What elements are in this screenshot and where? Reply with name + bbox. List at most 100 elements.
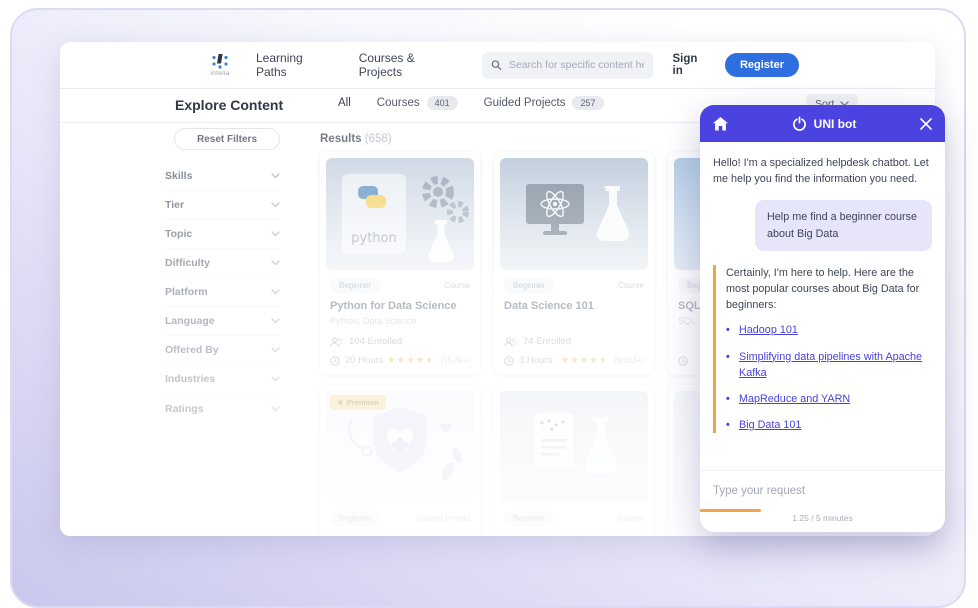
list-item: Hadoop 101 [726,322,932,338]
home-icon [713,117,728,131]
results-label: Results [320,133,362,145]
premium-star-icon: ★ [337,398,344,407]
search-box[interactable] [482,52,652,79]
filter-language[interactable]: Language [165,307,280,336]
tab-courses-count: 401 [427,96,458,110]
document-flask-illustration [500,391,648,503]
card-badge-row: Beginner Course [504,278,644,293]
tab-all[interactable]: All [338,97,351,109]
home-button[interactable] [713,117,728,131]
chatbot-title: UNI bot [814,117,857,131]
chevron-down-icon [271,376,280,382]
level-badge: Beginner [504,278,554,293]
level-badge: Beginner [330,278,380,293]
duration: 3 Hours [504,355,552,366]
chatbot-footer: 1.25 / 5 minutes [700,470,945,532]
chevron-down-icon [271,202,280,208]
level-badge: Beginner [330,511,380,526]
tab-courses-label: Courses [377,97,420,109]
tab-guided-projects-count: 257 [572,96,603,110]
course-card-healthcare[interactable]: ★ Premium [320,385,480,536]
tab-guided-projects[interactable]: Guided Projects 257 [484,96,604,110]
duration [678,356,693,366]
rating-count: (9,063+) [614,356,644,365]
brand-logo[interactable]: intelia [210,54,230,77]
enrolled-count: 74 Enrolled [523,336,571,347]
filter-difficulty[interactable]: Difficulty [165,249,280,278]
course-subtitle: Python, Data Science [330,316,417,326]
tab-courses[interactable]: Courses 401 [377,96,458,110]
star-icons: ★★★★ [561,355,599,366]
reset-filters-button[interactable]: Reset Filters [174,128,280,150]
chevron-down-icon [271,231,280,237]
list-item: Big Data 101 [726,417,932,433]
chevron-down-icon [271,260,280,266]
filter-skills[interactable]: Skills [165,162,280,191]
tab-all-label: All [338,97,351,109]
rating: ★★★★★ (15.4k+) [387,355,470,366]
results-heading: Results (658) [320,133,392,145]
brand-name: intelia [210,70,229,77]
people-icon [330,337,343,347]
card-badge-row: Beginner Guided Project [330,511,470,526]
course-title: Python for Data Science [330,300,470,312]
filter-offered-by[interactable]: Offered By [165,336,280,365]
clock-icon [504,356,514,366]
course-card-python[interactable]: python Beginner Course Python for Data S… [320,152,480,375]
nav-courses-projects[interactable]: Courses & Projects [359,51,457,79]
user-message-bubble: Help me find a beginner course about Big… [755,200,932,250]
search-icon [491,59,502,71]
sign-in-button[interactable]: Sign in [673,53,709,77]
card-badge-row: Beginner Course [504,511,644,526]
half-star-icon: ★ [425,355,435,366]
premium-badge: ★ Premium [330,395,386,410]
filter-platform[interactable]: Platform [165,278,280,307]
python-flask-gears-illustration: python [326,158,474,270]
enrolled-row: 74 Enrolled [504,336,571,347]
close-icon [920,118,932,130]
top-navbar: intelia Learning Paths Courses & Project… [60,42,935,88]
course-card-report[interactable]: Beginner Course [494,385,654,536]
enrolled-row: 104 Enrolled [330,336,402,347]
page-title: Explore Content [175,97,283,113]
session-progress-bar [700,509,761,512]
filter-sidebar: Reset Filters Skills Tier Topic Difficul… [165,128,280,423]
chat-input[interactable] [713,485,932,497]
chevron-down-icon [271,289,280,295]
clock-icon [678,356,688,366]
half-star-icon: ★ [599,355,609,366]
chatbot-panel: UNI bot Hello! I'm a specialized helpdes… [700,105,945,532]
filter-industries[interactable]: Industries [165,365,280,394]
course-image-python: python [326,158,474,270]
link-apache-kafka[interactable]: Simplifying data pipelines with Apache K… [739,351,922,379]
brand-logo-icon [210,54,230,69]
course-title: Data Science 101 [504,300,644,312]
bot-response-message: Certainly, I'm here to help. Here are th… [713,265,932,434]
nav-learning-paths[interactable]: Learning Paths [256,51,333,79]
filter-topic[interactable]: Topic [165,220,280,249]
course-image-report [500,391,648,503]
link-hadoop-101[interactable]: Hadoop 101 [739,324,798,336]
filter-ratings[interactable]: Ratings [165,394,280,423]
course-subtitle: SQL [678,316,696,326]
filter-tier[interactable]: Tier [165,191,280,220]
duration-label: 3 Hours [519,355,552,366]
content-type-label: Course [618,281,644,290]
search-input[interactable] [509,59,644,71]
results-count: (658) [365,133,392,145]
register-button[interactable]: Register [725,53,799,77]
rating-count: (15.4k+) [440,356,470,365]
chevron-down-icon [271,406,280,412]
course-card-data-science[interactable]: Beginner Course Data Science 101 74 Enro… [494,152,654,375]
link-mapreduce-yarn[interactable]: MapReduce and YARN [739,393,850,405]
course-image-data-science [500,158,648,270]
star-icons: ★★★★ [387,355,425,366]
level-badge: Beginner [504,511,554,526]
monitor-atom-flask-illustration [500,158,648,270]
link-big-data-101[interactable]: Big Data 101 [739,419,801,431]
course-link-list: Hadoop 101 Simplifying data pipelines wi… [726,322,932,433]
tab-guided-projects-label: Guided Projects [484,97,566,109]
close-button[interactable] [920,118,932,130]
card-meta-row: 20 Hours ★★★★★ (15.4k+) [330,355,470,366]
chevron-down-icon [271,173,280,179]
